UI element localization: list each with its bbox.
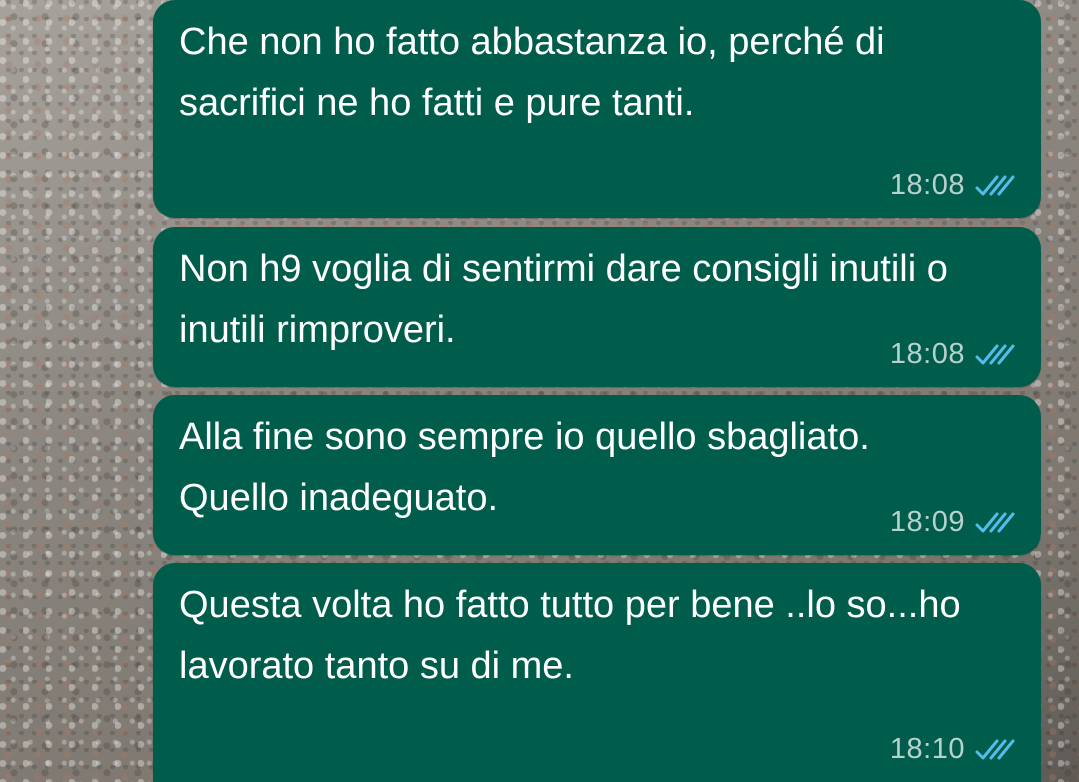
message-time: 18:09 — [889, 506, 965, 538]
message-time: 18:08 — [889, 169, 965, 201]
message-text: Che non ho fatto abbastanza io, perché d… — [179, 21, 885, 124]
message-meta: 18:08 — [890, 169, 1019, 202]
message-meta: 18:09 — [890, 506, 1019, 539]
message-meta: 18:10 — [890, 733, 1019, 766]
message-text: Alla fine sono sempre io quello sbagliat… — [179, 416, 870, 519]
message-text: Non h9 voglia di sentirmi dare consigli … — [179, 248, 948, 351]
outgoing-message-bubble[interactable]: Questa volta ho fatto tutto per bene ..l… — [153, 563, 1041, 782]
double-check-read-icon — [975, 175, 1015, 195]
double-check-read-icon — [975, 344, 1015, 364]
double-check-read-icon — [975, 512, 1015, 532]
outgoing-message-bubble[interactable]: Che non ho fatto abbastanza io, perché d… — [153, 0, 1041, 218]
outgoing-message-bubble[interactable]: Non h9 voglia di sentirmi dare consigli … — [153, 227, 1041, 387]
outgoing-message-bubble[interactable]: Alla fine sono sempre io quello sbagliat… — [153, 395, 1041, 555]
message-time: 18:08 — [889, 338, 965, 370]
message-time: 18:10 — [889, 733, 965, 765]
double-check-read-icon — [975, 739, 1015, 759]
message-meta: 18:08 — [890, 338, 1019, 371]
message-text: Questa volta ho fatto tutto per bene ..l… — [179, 584, 961, 687]
